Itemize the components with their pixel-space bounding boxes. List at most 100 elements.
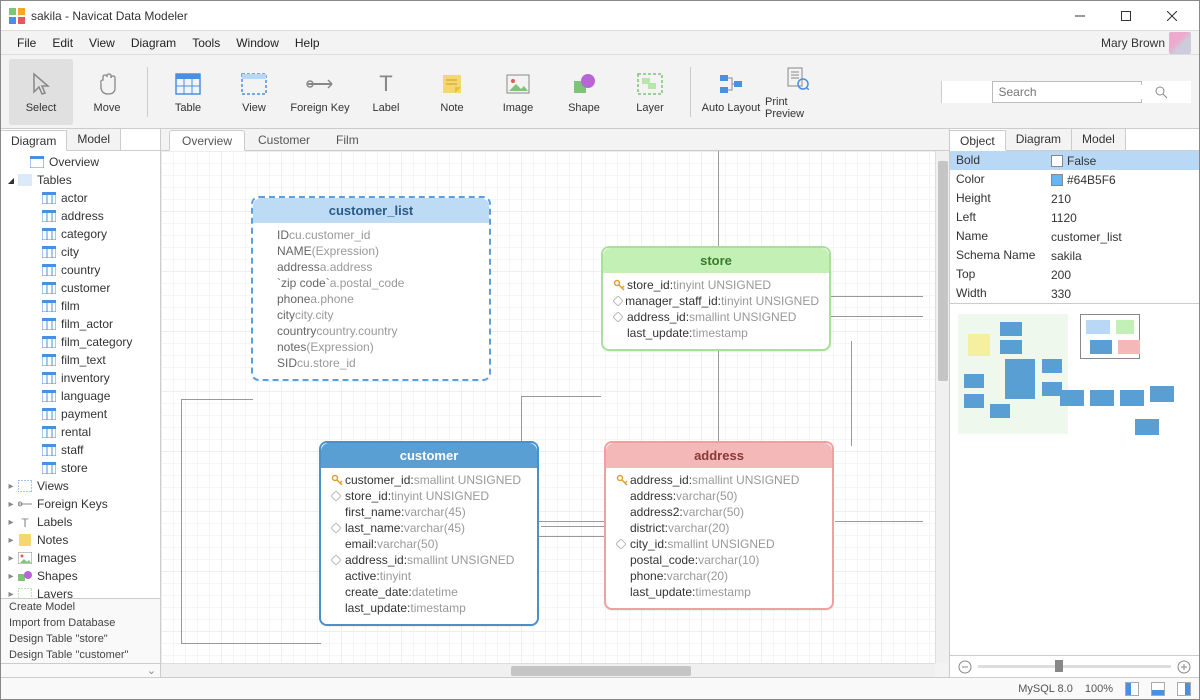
tree-table-language[interactable]: language [1, 387, 160, 405]
entity-column[interactable]: store_id: tinyint UNSIGNED [331, 488, 527, 504]
prop-row-bold[interactable]: BoldFalse [950, 151, 1199, 170]
tool-table[interactable]: Table [156, 59, 220, 125]
entity-column[interactable]: NAME (Expression) [263, 243, 479, 259]
tree[interactable]: Overview ◢Tables actoraddresscategorycit… [1, 151, 160, 598]
entity-column[interactable]: postal_code: varchar(10) [616, 552, 822, 568]
tool-image[interactable]: Image [486, 59, 550, 125]
tree-shapes[interactable]: ▸Shapes [1, 567, 160, 585]
tool-print-preview[interactable]: Print Preview [765, 59, 829, 125]
entity-column[interactable]: phone: varchar(20) [616, 568, 822, 584]
entity-column[interactable]: active: tinyint [331, 568, 527, 584]
left-tab-diagram[interactable]: Diagram [1, 130, 67, 151]
prop-row-color[interactable]: Color#64B5F6 [950, 170, 1199, 189]
properties-grid[interactable]: BoldFalseColor#64B5F6Height210Left1120Na… [950, 151, 1199, 303]
prop-row-schema-name[interactable]: Schema Namesakila [950, 246, 1199, 265]
entity-column[interactable]: email: varchar(50) [331, 536, 527, 552]
tool-layer[interactable]: Layer [618, 59, 682, 125]
menu-diagram[interactable]: Diagram [123, 33, 184, 53]
tree-table-inventory[interactable]: inventory [1, 369, 160, 387]
entity-column[interactable]: first_name: varchar(45) [331, 504, 527, 520]
prop-row-left[interactable]: Left1120 [950, 208, 1199, 227]
history-scroll[interactable]: ⌄ [1, 663, 160, 677]
checkbox-icon[interactable] [1051, 155, 1063, 167]
tool-foreign-key[interactable]: Foreign Key [288, 59, 352, 125]
entity-column[interactable]: city city.city [263, 307, 479, 323]
entity-column[interactable]: last_update: timestamp [613, 325, 819, 341]
tree-table-film_category[interactable]: film_category [1, 333, 160, 351]
tree-table-city[interactable]: city [1, 243, 160, 261]
entity-column[interactable]: district: varchar(20) [616, 520, 822, 536]
tool-note[interactable]: Note [420, 59, 484, 125]
menu-edit[interactable]: Edit [44, 33, 81, 53]
menu-view[interactable]: View [81, 33, 123, 53]
tree-table-country[interactable]: country [1, 261, 160, 279]
center-tab-overview[interactable]: Overview [169, 130, 245, 151]
entity-column[interactable]: address_id: smallint UNSIGNED [613, 309, 819, 325]
entity-address[interactable]: address address_id: smallint UNSIGNEDadd… [604, 441, 834, 610]
entity-column[interactable]: SID cu.store_id [263, 355, 479, 371]
entity-store[interactable]: store store_id: tinyint UNSIGNEDmanager_… [601, 246, 831, 351]
canvas-hscroll[interactable] [161, 663, 935, 677]
entity-column[interactable]: notes (Expression) [263, 339, 479, 355]
center-tab-film[interactable]: Film [323, 129, 372, 150]
tool-move[interactable]: Move [75, 59, 139, 125]
tree-fks[interactable]: ▸Foreign Keys [1, 495, 160, 513]
tree-layers[interactable]: ▸Layers [1, 585, 160, 598]
entity-column[interactable]: manager_staff_id: tinyint UNSIGNED [613, 293, 819, 309]
right-tab-diagram[interactable]: Diagram [1006, 129, 1072, 150]
entity-column[interactable]: create_date: datetime [331, 584, 527, 600]
history-item[interactable]: Import from Database [1, 615, 160, 631]
prop-row-top[interactable]: Top200 [950, 265, 1199, 284]
entity-customer-list[interactable]: customer_list ID cu.customer_idNAME (Exp… [251, 196, 491, 381]
entity-column[interactable]: address_id: smallint UNSIGNED [616, 472, 822, 488]
tree-table-category[interactable]: category [1, 225, 160, 243]
history-item[interactable]: Design Table "customer" [1, 647, 160, 663]
entity-column[interactable]: address: varchar(50) [616, 488, 822, 504]
zoom-slider[interactable] [978, 665, 1171, 668]
color-swatch[interactable] [1051, 174, 1063, 186]
tree-views[interactable]: ▸Views [1, 477, 160, 495]
history-item[interactable]: Design Table "store" [1, 631, 160, 647]
prop-row-width[interactable]: Width330 [950, 284, 1199, 303]
layout-icon-2[interactable] [1151, 682, 1165, 696]
menu-tools[interactable]: Tools [184, 33, 228, 53]
entity-column[interactable]: address a.address [263, 259, 479, 275]
menu-help[interactable]: Help [287, 33, 328, 53]
tool-shape[interactable]: Shape [552, 59, 616, 125]
tree-images[interactable]: ▸Images [1, 549, 160, 567]
prop-row-name[interactable]: Namecustomer_list [950, 227, 1199, 246]
tree-table-address[interactable]: address [1, 207, 160, 225]
entity-column[interactable]: last_update: timestamp [331, 600, 527, 616]
tool-auto-layout[interactable]: Auto Layout [699, 59, 763, 125]
tree-table-customer[interactable]: customer [1, 279, 160, 297]
entity-column[interactable]: last_name: varchar(45) [331, 520, 527, 536]
entity-column[interactable]: address2: varchar(50) [616, 504, 822, 520]
tree-table-staff[interactable]: staff [1, 441, 160, 459]
tree-table-store[interactable]: store [1, 459, 160, 477]
entity-column[interactable]: customer_id: smallint UNSIGNED [331, 472, 527, 488]
search-input[interactable] [999, 85, 1154, 99]
avatar[interactable] [1169, 32, 1191, 54]
minimap[interactable] [950, 303, 1199, 655]
layout-icon-1[interactable] [1125, 682, 1139, 696]
prop-row-height[interactable]: Height210 [950, 189, 1199, 208]
tree-table-film[interactable]: film [1, 297, 160, 315]
tree-table-actor[interactable]: actor [1, 189, 160, 207]
search-box[interactable] [992, 81, 1142, 103]
entity-column[interactable]: ID cu.customer_id [263, 227, 479, 243]
entity-customer[interactable]: customer customer_id: smallint UNSIGNEDs… [319, 441, 539, 626]
entity-column[interactable]: `zip code` a.postal_code [263, 275, 479, 291]
entity-column[interactable]: store_id: tinyint UNSIGNED [613, 277, 819, 293]
history-item[interactable]: Create Model [1, 599, 160, 615]
tool-view[interactable]: View [222, 59, 286, 125]
center-tab-customer[interactable]: Customer [245, 129, 323, 150]
tree-table-film_actor[interactable]: film_actor [1, 315, 160, 333]
left-tab-model[interactable]: Model [67, 129, 121, 150]
zoom-out-icon[interactable] [958, 660, 972, 674]
layout-icon-3[interactable] [1177, 682, 1191, 696]
close-button[interactable] [1149, 1, 1195, 31]
tree-table-film_text[interactable]: film_text [1, 351, 160, 369]
entity-column[interactable]: country country.country [263, 323, 479, 339]
entity-column[interactable]: last_update: timestamp [616, 584, 822, 600]
minimize-button[interactable] [1057, 1, 1103, 31]
